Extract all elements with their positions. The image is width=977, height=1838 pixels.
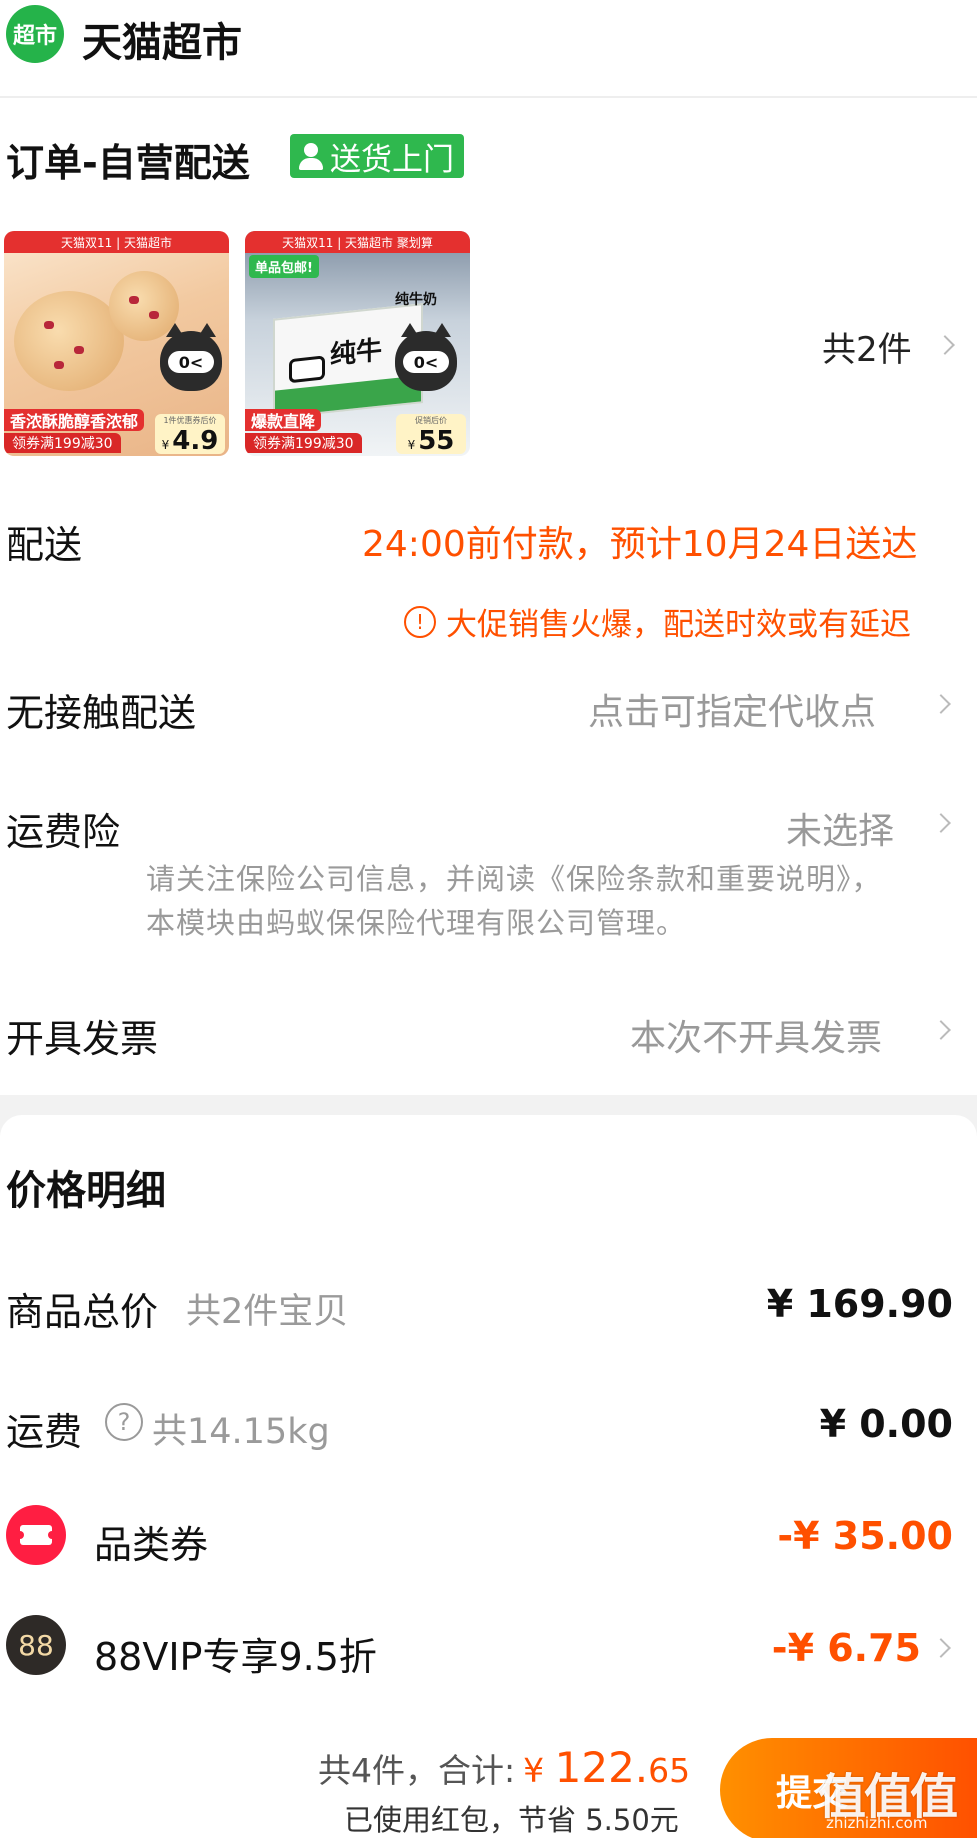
vip-discount-label: 88VIP专享9.5折 <box>94 1635 377 1679</box>
savings-text: 已使用红包，节省 5.50元 <box>344 1803 679 1837</box>
delivery-warning: ! 大促销售火爆，配送时效或有延迟 <box>404 599 911 644</box>
order-title: 订单-自营配送 <box>6 141 250 185</box>
invoice-value: 本次不开具发票 <box>630 1018 883 1059</box>
cow-icon <box>289 355 325 384</box>
price-caption: 1件优惠券后价 <box>163 416 217 425</box>
item-count[interactable]: 共2件 <box>822 322 912 371</box>
product-pill: 单品包邮! <box>249 255 319 278</box>
shipping-weight: 共14.15kg <box>152 1412 330 1452</box>
tmall-cat-mascot-icon: 0< <box>395 323 457 391</box>
insurance-label: 运费险 <box>6 810 121 854</box>
delivery-estimate: 24:00前付款，预计10月24日送达 <box>362 524 918 565</box>
shipping-label: 运费 <box>6 1410 83 1454</box>
divider <box>0 96 977 98</box>
category-coupon-amount: -¥ 35.00 <box>777 1514 953 1558</box>
product-price-box: 1件优惠券后价 ¥4.9 <box>155 414 225 456</box>
chevron-right-icon[interactable] <box>931 694 951 714</box>
insurance-value: 未选择 <box>786 811 895 852</box>
box-label: 纯牛奶 <box>395 292 437 308</box>
product-slogan: 爆款直降 <box>245 409 322 431</box>
order-card: 超市 天猫超市 订单-自营配送 送货上门 天猫双11 | 天猫超市 0< 香浓酥… <box>0 0 977 1095</box>
total-amount: ¥ 122.65 <box>523 1743 691 1792</box>
watermark-url: zhizhizhi.com <box>826 1814 928 1832</box>
goods-total-sub: 共2件宝贝 <box>186 1292 349 1332</box>
product-thumbnail-milk[interactable]: 天猫双11 | 天猫超市 聚划算 单品包邮! 纯牛 纯牛奶 0< 爆款直降 领券… <box>245 231 470 456</box>
product-slogan: 香浓酥脆醇香浓郁 <box>4 409 145 431</box>
goods-total-amount: ¥ 169.90 <box>766 1282 953 1326</box>
product-price-box: 促销后价 ¥55 <box>396 414 466 456</box>
tmall-cat-mascot-icon: 0< <box>160 323 222 391</box>
delivery-tag: 送货上门 <box>290 134 464 178</box>
shipping-amount: ¥ 0.00 <box>819 1402 953 1446</box>
product-price: ¥55 <box>407 426 455 456</box>
price-detail-card <box>0 1115 977 1838</box>
chevron-right-icon[interactable] <box>931 813 951 833</box>
product-banner: 天猫双11 | 天猫超市 <box>4 231 229 253</box>
vip-discount-amount: -¥ 6.75 <box>771 1626 921 1670</box>
store-header[interactable]: 超市 天猫超市 <box>0 0 977 70</box>
invoice-label: 开具发票 <box>6 1017 159 1061</box>
product-coupon-text: 领券满199减30 <box>4 433 121 453</box>
price-detail-title: 价格明细 <box>6 1168 166 1214</box>
contactless-value: 点击可指定代收点 <box>588 692 877 733</box>
88vip-icon: 88 <box>6 1615 66 1675</box>
help-icon[interactable]: ? <box>105 1403 143 1441</box>
delivery-label: 配送 <box>6 523 83 567</box>
product-price: ¥4.9 <box>161 426 219 456</box>
product-thumbnail-cookies[interactable]: 天猫双11 | 天猫超市 0< 香浓酥脆醇香浓郁 领券满199减30 1件优惠券… <box>4 231 229 456</box>
chevron-right-icon[interactable] <box>935 335 955 355</box>
coupon-ticket-icon <box>6 1505 66 1565</box>
store-name: 天猫超市 <box>82 20 242 66</box>
category-coupon-label: 品类券 <box>94 1523 209 1567</box>
contactless-label: 无接触配送 <box>6 691 197 735</box>
delivery-tag-label: 送货上门 <box>330 141 454 178</box>
cookie-image <box>14 291 124 391</box>
product-coupon-text: 领券满199减30 <box>245 433 362 453</box>
total-count-label: 共4件，合计: <box>318 1751 516 1790</box>
store-badge-icon: 超市 <box>6 5 64 63</box>
chevron-right-icon[interactable] <box>931 1020 951 1040</box>
warning-text: 大促销售火爆，配送时效或有延迟 <box>446 607 911 643</box>
warning-icon: ! <box>404 605 436 638</box>
order-total: 共4件，合计: ¥ 122.65 <box>318 1743 690 1792</box>
product-banner: 天猫双11 | 天猫超市 聚划算 <box>245 231 470 253</box>
goods-total-label: 商品总价 <box>6 1290 159 1334</box>
price-caption: 促销后价 <box>415 416 447 425</box>
insurance-note: 请关注保险公司信息，并阅读《保险条款和重要说明》，本模块由蚂蚁保保险代理有限公司… <box>146 862 882 940</box>
person-icon <box>298 141 324 171</box>
